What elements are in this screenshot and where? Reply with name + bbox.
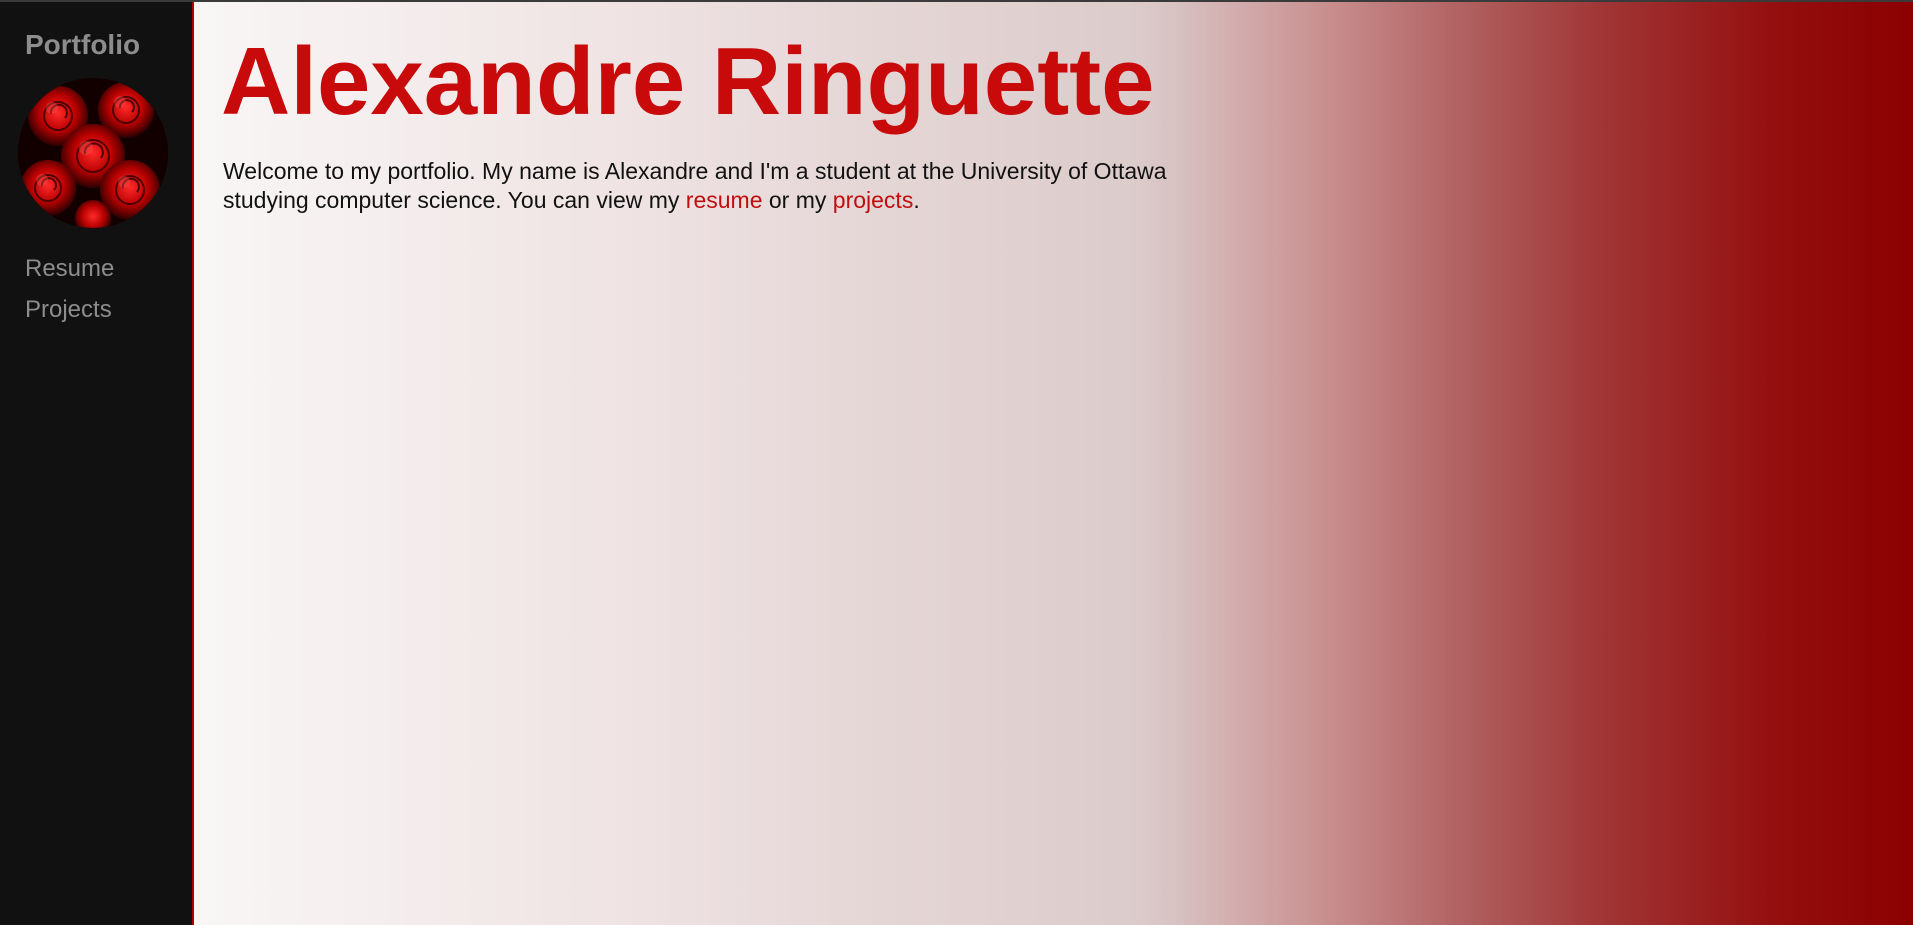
resume-link[interactable]: resume bbox=[686, 187, 763, 213]
main-content: Alexandre Ringuette Welcome to my portfo… bbox=[194, 2, 1913, 925]
intro-text-after: . bbox=[913, 187, 920, 213]
rose-avatar-icon bbox=[18, 78, 168, 228]
sidebar: Portfolio Resume Projects bbox=[0, 2, 194, 925]
page-title: Alexandre Ringuette bbox=[221, 28, 1155, 135]
sidebar-item-resume[interactable]: Resume bbox=[25, 254, 114, 284]
brand-title[interactable]: Portfolio bbox=[25, 28, 140, 62]
sidebar-item-projects[interactable]: Projects bbox=[25, 295, 112, 325]
projects-link[interactable]: projects bbox=[833, 187, 914, 213]
intro-text-middle: or my bbox=[762, 187, 833, 213]
intro-paragraph: Welcome to my portfolio. My name is Alex… bbox=[223, 157, 1203, 215]
rose-avatar-image bbox=[18, 78, 168, 228]
